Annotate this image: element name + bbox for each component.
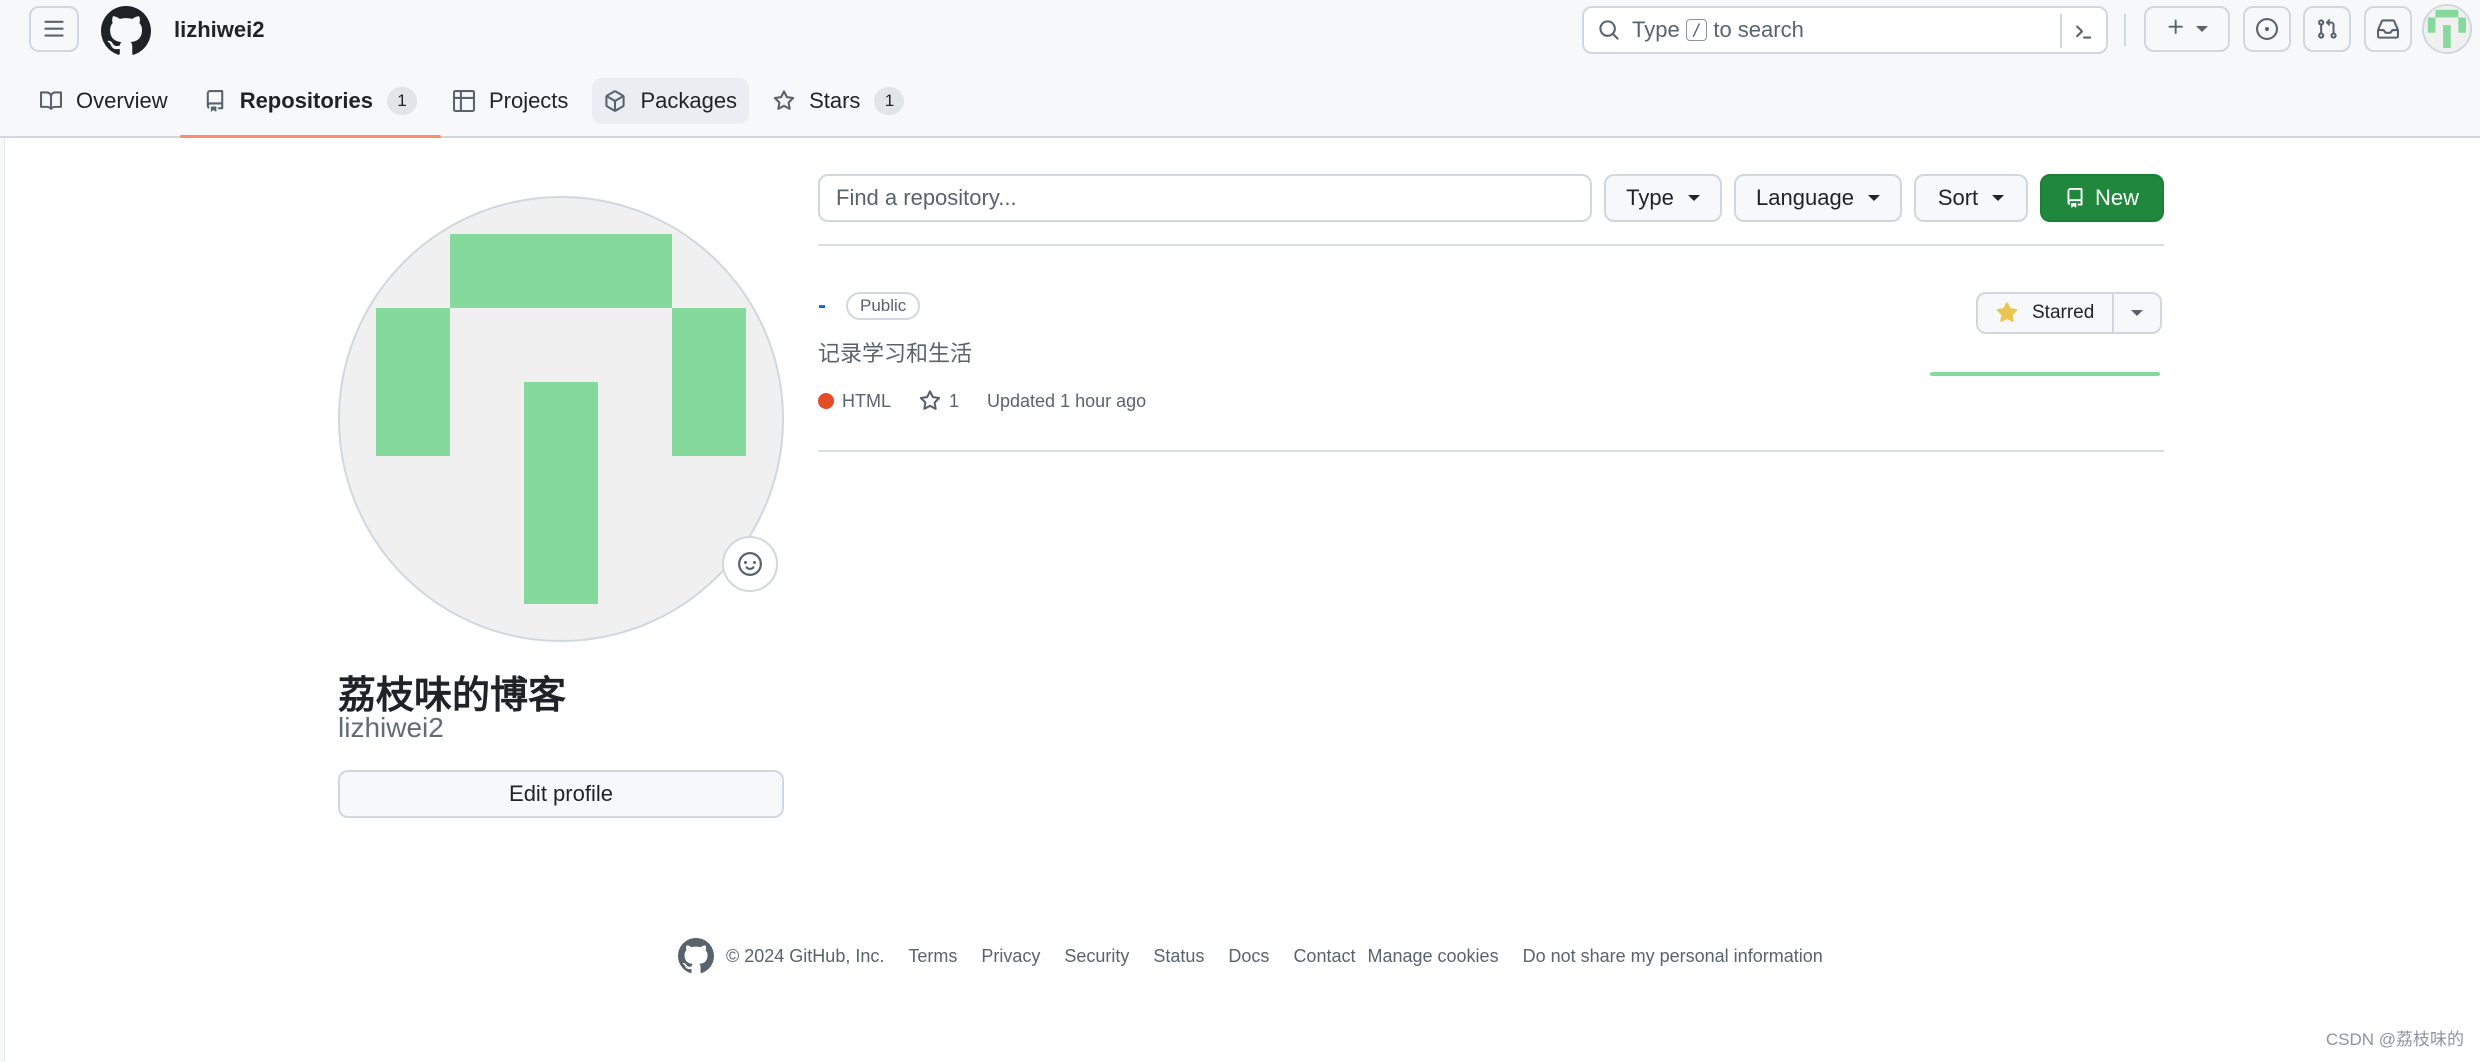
profile-login: lizhiwei2 bbox=[338, 712, 444, 743]
edit-profile-button[interactable]: Edit profile bbox=[338, 770, 784, 818]
inbox-icon[interactable] bbox=[2364, 6, 2412, 52]
footer-link-status[interactable]: Status bbox=[1153, 946, 1204, 967]
footer-link-terms[interactable]: Terms bbox=[908, 946, 957, 967]
repo-count-badge: 1 bbox=[386, 87, 417, 115]
repo-item-divider bbox=[818, 450, 2164, 452]
git-pull-request-icon[interactable] bbox=[2303, 6, 2351, 52]
starred-label: Starred bbox=[2032, 302, 2095, 323]
profile-tabs: Overview Repositories 1 Projects Package… bbox=[28, 78, 928, 138]
repo-updated: Updated 1 hour ago bbox=[987, 390, 1147, 411]
chevron-down-icon bbox=[1867, 195, 1880, 201]
tab-label: Packages bbox=[640, 88, 738, 113]
stars-count-badge: 1 bbox=[874, 87, 905, 115]
footer-copyright: © 2024 GitHub, Inc. bbox=[726, 945, 885, 966]
find-repository-input[interactable] bbox=[818, 174, 1592, 222]
star-list-dropdown[interactable] bbox=[2114, 294, 2160, 332]
plus-icon bbox=[2166, 17, 2186, 42]
page-left-edge bbox=[0, 138, 5, 1062]
app-header: lizhiwei2 Type / to search Overview Repo… bbox=[0, 0, 2480, 138]
footer-link-privacy[interactable]: Privacy bbox=[981, 946, 1040, 967]
search-icon bbox=[1598, 19, 1620, 41]
tab-label: Stars bbox=[809, 88, 861, 113]
footer-link-security[interactable]: Security bbox=[1064, 946, 1129, 967]
search-shortcut-key: / bbox=[1685, 19, 1708, 41]
tab-projects[interactable]: Projects bbox=[441, 78, 580, 124]
new-repository-button[interactable]: New bbox=[2040, 174, 2164, 222]
table-icon bbox=[452, 90, 475, 112]
repo-meta: HTML 1 Updated 1 hour ago bbox=[818, 390, 1174, 412]
star-fill-icon bbox=[1996, 302, 2018, 324]
github-mark-icon[interactable] bbox=[678, 938, 714, 974]
avatar-block bbox=[450, 234, 672, 308]
smiley-icon bbox=[738, 552, 762, 576]
tab-packages[interactable]: Packages bbox=[592, 78, 750, 124]
package-icon bbox=[604, 90, 626, 112]
language-label: HTML bbox=[842, 390, 891, 411]
footer-link-docs[interactable]: Docs bbox=[1228, 946, 1269, 967]
hamburger-icon[interactable] bbox=[29, 6, 79, 52]
repo-stars-link[interactable]: 1 bbox=[919, 390, 959, 412]
chevron-down-icon bbox=[1992, 195, 2005, 201]
search-suffix: to search bbox=[1713, 17, 1804, 42]
search-prefix: Type bbox=[1632, 17, 1680, 42]
header-divider bbox=[2124, 14, 2126, 46]
chevron-down-icon bbox=[1687, 195, 1700, 201]
watermark: CSDN @荔枝味的 bbox=[2325, 1030, 2464, 1049]
profile-display-name: 荔枝味的博客 bbox=[338, 675, 567, 717]
site-footer: © 2024 GitHub, Inc. Terms Privacy Securi… bbox=[678, 938, 1847, 974]
tab-overview[interactable]: Overview bbox=[28, 78, 180, 124]
repo-description: 记录学习和生活 bbox=[818, 341, 973, 366]
terminal-icon[interactable] bbox=[2066, 14, 2100, 48]
star-icon bbox=[773, 90, 795, 112]
search-divider bbox=[2060, 14, 2062, 48]
issue-opened-icon[interactable] bbox=[2243, 6, 2291, 52]
create-new-button[interactable] bbox=[2144, 6, 2230, 52]
chevron-down-icon bbox=[2131, 310, 2144, 316]
activity-sparkline bbox=[1930, 372, 2160, 376]
sort-label: Sort bbox=[1937, 185, 1979, 210]
type-label: Type bbox=[1626, 185, 1674, 210]
stars-count: 1 bbox=[949, 390, 960, 411]
visibility-badge: Public bbox=[846, 292, 921, 320]
header-username[interactable]: lizhiwei2 bbox=[174, 17, 264, 43]
repo-icon bbox=[204, 90, 226, 112]
footer-link-do-not-share[interactable]: Do not share my personal information bbox=[1523, 946, 1823, 967]
tab-label: Projects bbox=[488, 88, 569, 113]
language-filter-button[interactable]: Language bbox=[1734, 174, 1902, 222]
global-search-input[interactable]: Type / to search bbox=[1582, 6, 2108, 54]
book-icon bbox=[40, 90, 62, 112]
repo-name-link[interactable]: - bbox=[818, 292, 826, 320]
avatar-block bbox=[376, 308, 450, 456]
sort-filter-button[interactable]: Sort bbox=[1914, 174, 2028, 222]
tab-label: Overview bbox=[76, 88, 168, 113]
repo-icon bbox=[2065, 188, 2085, 208]
avatar-block bbox=[672, 308, 746, 456]
profile-avatar[interactable] bbox=[338, 196, 784, 642]
footer-link-contact[interactable]: Contact bbox=[1293, 946, 1355, 967]
language-label: Language bbox=[1756, 185, 1854, 210]
chevron-down-icon bbox=[2196, 26, 2208, 32]
language-color-dot bbox=[818, 393, 834, 409]
repo-list-divider bbox=[818, 244, 2164, 246]
starred-button-group: Starred bbox=[1976, 292, 2163, 334]
footer-link-manage-cookies[interactable]: Manage cookies bbox=[1367, 946, 1498, 967]
repo-language: HTML bbox=[818, 391, 891, 412]
tab-repositories[interactable]: Repositories 1 bbox=[179, 78, 442, 138]
github-mark-icon[interactable] bbox=[100, 6, 151, 56]
star-icon bbox=[919, 390, 941, 412]
unstar-button[interactable]: Starred bbox=[1978, 294, 2115, 332]
new-label: New bbox=[2094, 185, 2139, 210]
user-avatar[interactable] bbox=[2422, 4, 2472, 54]
tab-label: Repositories bbox=[239, 88, 373, 113]
avatar-block bbox=[524, 382, 598, 604]
type-filter-button[interactable]: Type bbox=[1604, 174, 1722, 222]
tab-stars[interactable]: Stars 1 bbox=[761, 78, 916, 124]
set-status-button[interactable] bbox=[722, 536, 778, 592]
